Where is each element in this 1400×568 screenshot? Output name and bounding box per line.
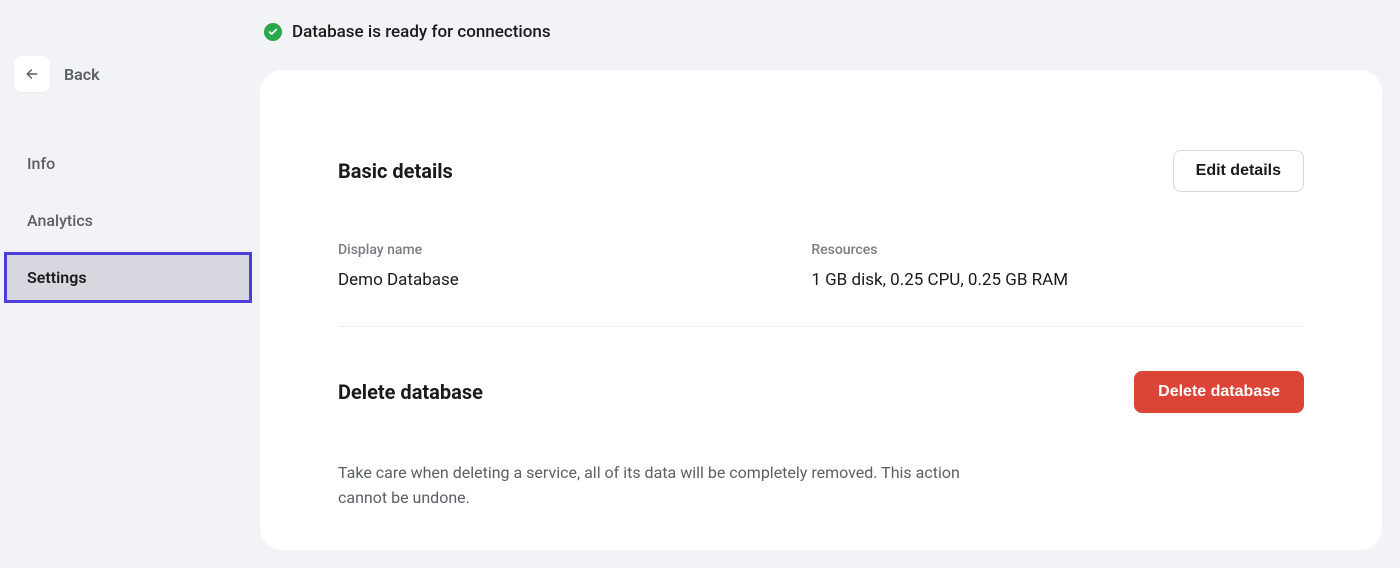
main-content: Database is ready for connections Basic …: [260, 0, 1400, 568]
sidebar: Back Info Analytics Settings: [0, 0, 260, 568]
settings-card: Basic details Edit details Display name …: [260, 70, 1382, 550]
delete-description: Take care when deleting a service, all o…: [338, 461, 978, 511]
sidebar-item-info[interactable]: Info: [4, 138, 256, 189]
arrow-left-icon: [24, 66, 40, 82]
display-name-value: Demo Database: [338, 270, 811, 290]
status-ready-icon: [264, 23, 282, 41]
delete-database-title: Delete database: [338, 380, 483, 404]
edit-details-button[interactable]: Edit details: [1173, 150, 1304, 192]
resources-label: Resources: [811, 242, 1284, 258]
back-label[interactable]: Back: [64, 65, 100, 84]
status-text: Database is ready for connections: [292, 22, 551, 42]
resources-field: Resources 1 GB disk, 0.25 CPU, 0.25 GB R…: [811, 242, 1284, 290]
status-row: Database is ready for connections: [260, 22, 1382, 42]
sidebar-item-settings[interactable]: Settings: [4, 252, 252, 303]
display-name-field: Display name Demo Database: [338, 242, 811, 290]
delete-database-button[interactable]: Delete database: [1134, 371, 1304, 413]
resources-value: 1 GB disk, 0.25 CPU, 0.25 GB RAM: [811, 270, 1284, 290]
sidebar-item-analytics[interactable]: Analytics: [4, 195, 256, 246]
display-name-label: Display name: [338, 242, 811, 258]
section-divider: [338, 326, 1304, 327]
basic-details-title: Basic details: [338, 159, 453, 183]
back-button[interactable]: [14, 56, 50, 92]
